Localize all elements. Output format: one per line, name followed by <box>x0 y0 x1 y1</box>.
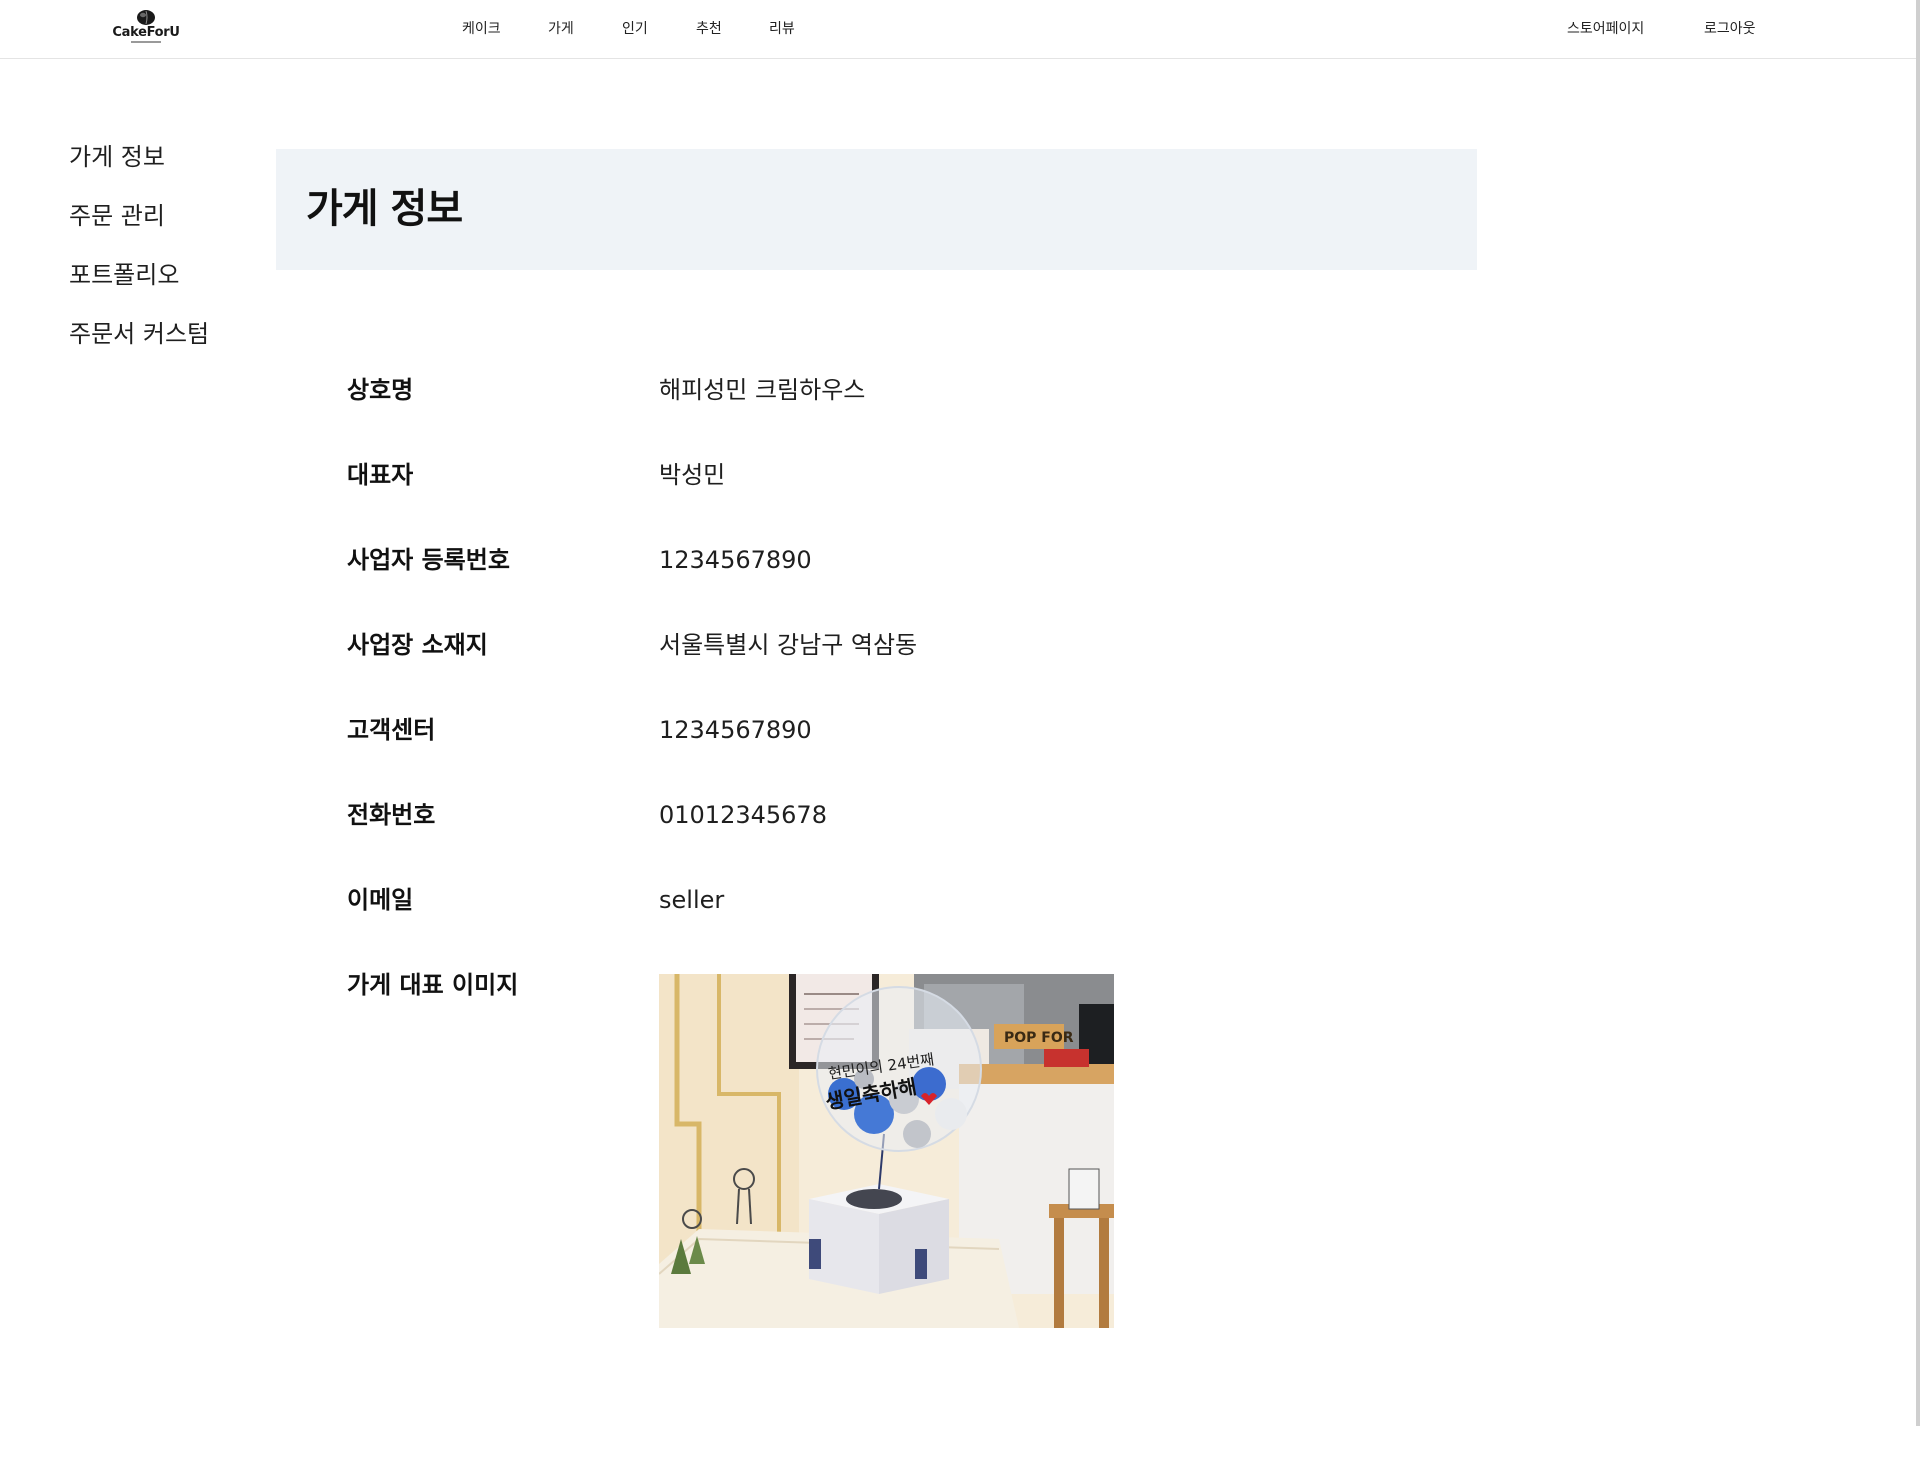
nav-cake[interactable]: 케이크 <box>462 19 501 39</box>
logo-underline <box>131 41 161 43</box>
store-page-link[interactable]: 스토어페이지 <box>1567 19 1644 39</box>
brand-logo[interactable]: CakeForU <box>108 9 184 51</box>
label-customer-center: 고객센터 <box>347 716 436 744</box>
page-scrollbar[interactable] <box>1916 0 1920 1426</box>
sidebar-item-portfolio[interactable]: 포트폴리오 <box>69 260 179 290</box>
label-store-image: 가게 대표 이미지 <box>347 971 519 999</box>
page-title: 가게 정보 <box>306 186 463 232</box>
label-email: 이메일 <box>347 886 414 914</box>
value-email: seller <box>659 886 725 914</box>
value-representative: 박성민 <box>659 461 726 489</box>
top-navigation-bar: CakeForU 케이크 가게 인기 추천 리뷰 스토어페이지 로그아웃 <box>0 0 1916 59</box>
nav-popular[interactable]: 인기 <box>622 19 648 39</box>
sidebar-item-store-info[interactable]: 가게 정보 <box>69 142 165 172</box>
store-representative-image: POP FOR 현민이의 24번째 생일축하해 <box>659 974 1114 1328</box>
sign-text: POP FOR <box>1004 1030 1074 1046</box>
value-business-number: 1234567890 <box>659 546 812 574</box>
label-store-name: 상호명 <box>347 376 414 404</box>
sidebar-item-order-form-custom[interactable]: 주문서 커스텀 <box>69 319 209 349</box>
store-photo: POP FOR 현민이의 24번째 생일축하해 <box>659 974 1114 1328</box>
cake-icon <box>137 10 155 25</box>
label-representative: 대표자 <box>347 461 414 489</box>
page-header-panel: 가게 정보 <box>276 149 1477 270</box>
sidebar-item-order-management[interactable]: 주문 관리 <box>69 201 165 231</box>
nav-review[interactable]: 리뷰 <box>769 19 795 39</box>
label-business-address: 사업장 소재지 <box>347 631 488 659</box>
logo-text: CakeForU <box>112 25 180 40</box>
value-phone: 01012345678 <box>659 801 827 829</box>
value-business-address: 서울특별시 강남구 역삼동 <box>659 631 918 659</box>
value-customer-center: 1234567890 <box>659 716 812 744</box>
label-business-number: 사업자 등록번호 <box>347 546 510 574</box>
nav-store[interactable]: 가게 <box>548 19 574 39</box>
nav-recommend[interactable]: 추천 <box>696 19 722 39</box>
logout-link[interactable]: 로그아웃 <box>1704 19 1756 39</box>
label-phone: 전화번호 <box>347 801 436 829</box>
value-store-name: 해피성민 크림하우스 <box>659 376 866 404</box>
